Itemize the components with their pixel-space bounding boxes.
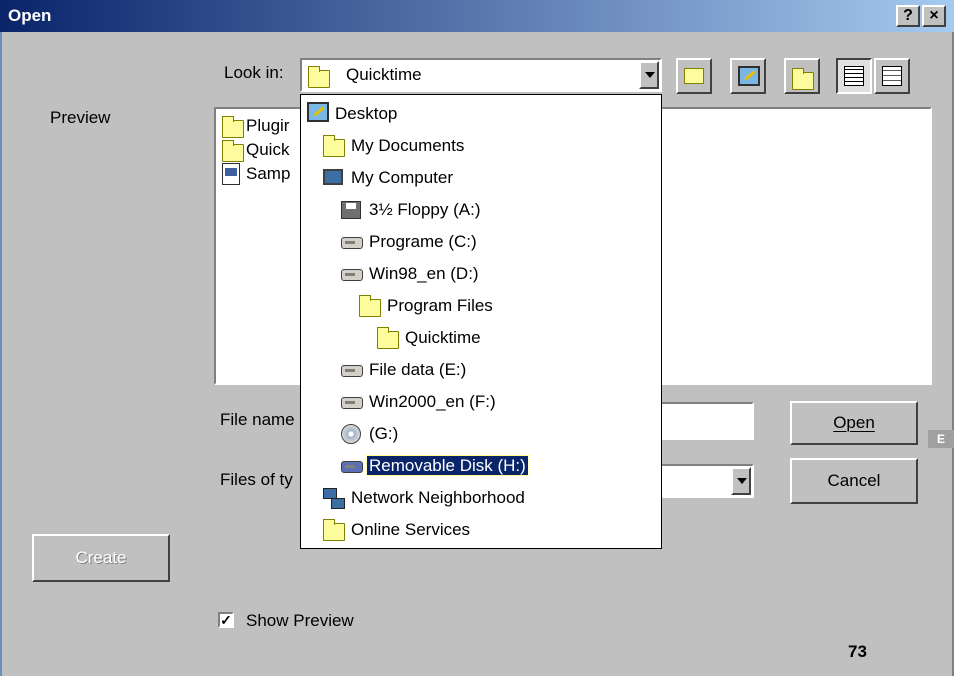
- folder-icon: [222, 140, 244, 162]
- dropdown-item-label: Win98_en (D:): [369, 264, 479, 283]
- dropdown-item-label: 3½ Floppy (A:): [369, 200, 481, 219]
- open-folder-icon: [323, 135, 345, 157]
- up-folder-icon: [684, 68, 704, 84]
- drive-icon: [341, 365, 363, 377]
- list-item-label: Plugir: [246, 116, 290, 135]
- up-one-level-button[interactable]: [676, 58, 712, 94]
- window-border: [0, 32, 2, 676]
- dropdown-item-drive-c[interactable]: Programe (C:): [341, 227, 479, 257]
- dropdown-item-removable-disk[interactable]: Removable Disk (H:): [341, 451, 529, 481]
- desktop-icon: [307, 102, 329, 122]
- dropdown-item-my-documents[interactable]: My Documents: [323, 131, 466, 161]
- dropdown-item-label: Programe (C:): [369, 232, 477, 251]
- dropdown-item-label: Quicktime: [405, 328, 481, 347]
- open-button-label: Open: [833, 413, 875, 432]
- details-view-icon: [882, 66, 902, 86]
- dropdown-item-label: Desktop: [335, 104, 398, 123]
- window-title: Open: [8, 6, 52, 25]
- preview-label: Preview: [50, 108, 111, 127]
- dropdown-item-floppy[interactable]: 3½ Floppy (A:): [341, 195, 483, 225]
- close-button[interactable]: ×: [922, 5, 946, 27]
- list-item[interactable]: Plugir: [220, 115, 289, 139]
- dropdown-item-label: Removable Disk (H:): [366, 455, 529, 476]
- list-item-label: Quick: [246, 140, 290, 159]
- list-view-button[interactable]: [836, 58, 872, 94]
- dropdown-item-my-computer[interactable]: My Computer: [323, 163, 455, 193]
- drive-icon: [341, 269, 363, 281]
- list-item-label: Samp: [246, 164, 291, 183]
- drive-icon: [341, 397, 363, 409]
- page-number: 73: [848, 642, 867, 661]
- create-button[interactable]: Create: [32, 534, 170, 582]
- look-in-dropdown-arrow[interactable]: [639, 61, 659, 89]
- folder-icon: [222, 116, 244, 138]
- show-preview-label: Show Preview: [246, 611, 354, 630]
- open-folder-icon: [308, 66, 330, 88]
- folder-icon: [323, 519, 345, 541]
- drive-icon: [341, 237, 363, 249]
- desktop-button[interactable]: [730, 58, 766, 94]
- open-button[interactable]: Open: [790, 401, 918, 445]
- list-view-icon: [844, 66, 864, 86]
- side-tab: E: [928, 430, 954, 448]
- dropdown-item-label: Program Files: [387, 296, 493, 315]
- dropdown-item-quicktime[interactable]: Quicktime: [377, 323, 483, 353]
- file-name-label: File name: [220, 410, 295, 429]
- look-in-label: Look in:: [224, 63, 284, 82]
- dropdown-item-online-services[interactable]: Online Services: [323, 515, 472, 545]
- look-in-combo[interactable]: Quicktime: [300, 58, 662, 92]
- details-view-button[interactable]: [874, 58, 910, 94]
- dropdown-item-drive-g[interactable]: (G:): [341, 419, 400, 449]
- dropdown-item-label: Win2000_en (F:): [369, 392, 496, 411]
- new-folder-icon: [792, 68, 814, 90]
- title-bar: Open ? ×: [0, 0, 954, 32]
- dropdown-item-label: File data (E:): [369, 360, 467, 379]
- floppy-icon: [341, 201, 361, 219]
- desktop-icon: [738, 66, 760, 86]
- dropdown-item-label: My Computer: [351, 168, 454, 187]
- dropdown-item-label: My Documents: [351, 136, 465, 155]
- computer-icon: [323, 169, 343, 185]
- dropdown-item-program-files[interactable]: Program Files: [359, 291, 495, 321]
- folder-icon: [359, 295, 381, 317]
- new-folder-button[interactable]: [784, 58, 820, 94]
- look-in-dropdown-list[interactable]: Desktop My Documents My Computer 3½ Flop…: [300, 94, 662, 549]
- look-in-value: Quicktime: [346, 65, 422, 84]
- removable-disk-icon: [341, 461, 363, 473]
- dropdown-item-label: Online Services: [351, 520, 471, 539]
- dropdown-item-network-neighborhood[interactable]: Network Neighborhood: [323, 483, 527, 513]
- help-button[interactable]: ?: [896, 5, 920, 27]
- dropdown-item-label: (G:): [369, 424, 399, 443]
- dropdown-item-drive-e[interactable]: File data (E:): [341, 355, 468, 385]
- cd-drive-icon: [341, 424, 361, 444]
- list-item[interactable]: Quick: [220, 139, 289, 163]
- show-preview-checkbox[interactable]: ✓: [218, 612, 234, 628]
- dropdown-item-drive-d[interactable]: Win98_en (D:): [341, 259, 481, 289]
- dropdown-item-drive-f[interactable]: Win2000_en (F:): [341, 387, 498, 417]
- open-folder-icon: [377, 327, 399, 349]
- files-of-type-dropdown-arrow[interactable]: [731, 467, 751, 495]
- files-of-type-label: Files of ty: [220, 470, 293, 489]
- movie-file-icon: [222, 163, 240, 185]
- list-item[interactable]: Samp: [220, 163, 290, 187]
- network-icon: [323, 488, 345, 509]
- cancel-button[interactable]: Cancel: [790, 458, 918, 504]
- dropdown-item-label: Network Neighborhood: [351, 488, 525, 507]
- dropdown-item-desktop[interactable]: Desktop: [307, 99, 399, 129]
